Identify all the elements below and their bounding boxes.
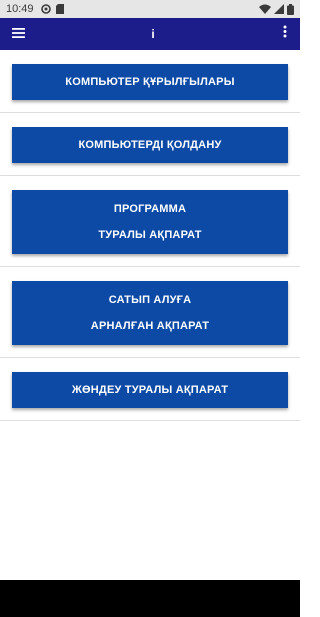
purchase-info-button[interactable]: САТЫП АЛУҒА АРНАЛҒАН АҚПАРАТ [12, 281, 288, 345]
software-info-button[interactable]: ПРОГРАММА ТУРАЛЫ АҚПАРАТ [12, 190, 288, 254]
cell-signal-icon [274, 4, 284, 14]
status-bar: 10:49 [0, 0, 300, 18]
more-vert-icon [283, 25, 287, 43]
app-bar: i [0, 18, 300, 50]
button-list: КОМПЬЮТЕР ҚҰРЫЛҒЫЛАРЫ КОМПЬЮТЕРДІ ҚОЛДАН… [0, 50, 300, 421]
data-saver-icon [40, 4, 51, 14]
hamburger-menu-icon [11, 25, 25, 43]
status-time: 10:49 [6, 3, 34, 15]
battery-icon [287, 3, 294, 15]
status-right [259, 3, 294, 15]
section-software: ПРОГРАММА ТУРАЛЫ АҚПАРАТ [0, 176, 300, 267]
repair-info-button[interactable]: ЖӨНДЕУ ТУРАЛЫ АҚПАРАТ [12, 372, 288, 408]
app-title: i [151, 27, 155, 41]
button-label-line-1: САТЫП АЛУҒА [108, 294, 192, 306]
menu-button[interactable] [0, 18, 36, 50]
computer-usage-button[interactable]: КОМПЬЮТЕРДІ ҚОЛДАНУ [12, 127, 288, 163]
button-label: ЖӨНДЕУ ТУРАЛЫ АҚПАРАТ [71, 384, 229, 396]
sim-card-icon [55, 4, 64, 14]
wifi-icon [259, 4, 271, 14]
section-purchase: САТЫП АЛУҒА АРНАЛҒАН АҚПАРАТ [0, 267, 300, 358]
section-usage: КОМПЬЮТЕРДІ ҚОЛДАНУ [0, 113, 300, 176]
button-label-line-1: ПРОГРАММА [113, 203, 187, 215]
status-left: 10:49 [6, 3, 64, 15]
button-label: КОМПЬЮТЕРДІ ҚОЛДАНУ [78, 139, 222, 151]
section-devices: КОМПЬЮТЕР ҚҰРЫЛҒЫЛАРЫ [0, 50, 300, 113]
button-label-line-2: ТУРАЛЫ АҚПАРАТ [98, 229, 202, 241]
computer-devices-button[interactable]: КОМПЬЮТЕР ҚҰРЫЛҒЫЛАРЫ [12, 64, 288, 100]
button-label-line-2: АРНАЛҒАН АҚПАРАТ [90, 320, 210, 332]
more-options-button[interactable] [270, 18, 300, 50]
section-repair: ЖӨНДЕУ ТУРАЛЫ АҚПАРАТ [0, 358, 300, 421]
system-navigation-bar [0, 580, 300, 617]
button-label: КОМПЬЮТЕР ҚҰРЫЛҒЫЛАРЫ [65, 76, 235, 88]
